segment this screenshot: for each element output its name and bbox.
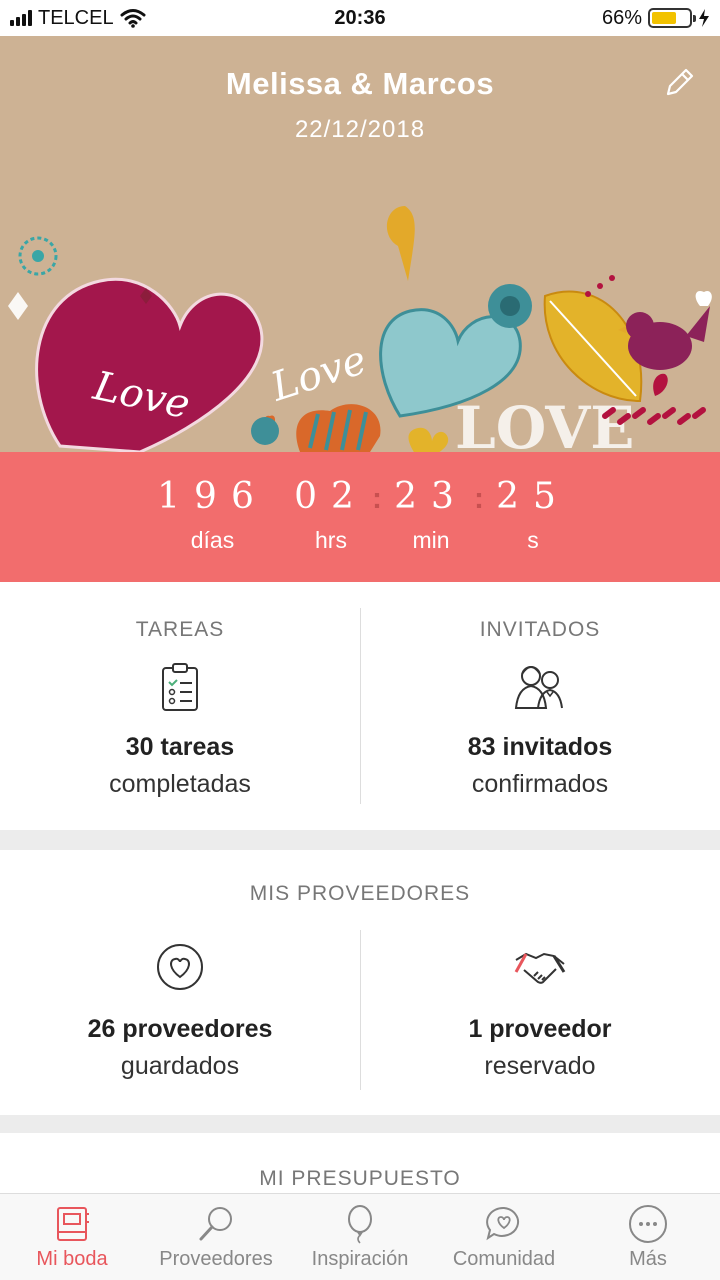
seconds-label: s — [527, 527, 539, 553]
days-label: días — [190, 527, 235, 553]
minutes-value: 23 — [394, 476, 468, 517]
handshake-icon — [514, 952, 566, 984]
tasks-status: completadas — [109, 770, 251, 798]
countdown-banner: 196 días 02 hrs : 23 min : 25 s — [0, 452, 720, 582]
pencil-icon[interactable] — [662, 66, 696, 100]
tasks-count: 30 tareas — [125, 733, 235, 761]
booked-vendors-summary[interactable]: 1 proveedor reservado — [360, 942, 720, 1102]
guests-status: confirmados — [471, 770, 609, 798]
wedding-hero: Melissa & Marcos 22/12/2018 Love Love LO… — [0, 36, 720, 452]
magnifier-icon — [199, 1207, 232, 1241]
battery-percent: 66% — [601, 6, 642, 29]
status-left: TELCEL — [10, 7, 146, 30]
hours-value: 02 — [294, 476, 368, 517]
clipboard-checklist-icon — [162, 663, 198, 711]
tab-label: Mi boda — [36, 1248, 108, 1270]
guests-summary[interactable]: INVITADOS 83 invitados confirmados — [360, 582, 720, 830]
heart-circle-icon — [157, 944, 203, 990]
svg-text:Love: Love — [265, 337, 372, 411]
hours-label: hrs — [315, 527, 347, 553]
status-right: 66% — [602, 7, 710, 30]
vendors-title: MIS PROVEEDORES — [249, 882, 471, 905]
guests-title: INVITADOS — [479, 618, 601, 641]
battery-icon — [648, 8, 696, 28]
wedding-date: 22/12/2018 — [294, 116, 426, 143]
tab-label: Comunidad — [452, 1248, 556, 1270]
seconds-value: 25 — [496, 476, 570, 517]
tab-inspiracion[interactable]: Inspiración — [288, 1194, 432, 1280]
chat-heart-icon — [486, 1206, 519, 1241]
status-bar: TELCEL 20:36 66% — [0, 0, 720, 36]
signal-icon — [10, 10, 32, 26]
countdown-hours: 02 hrs — [292, 476, 370, 554]
svg-text:LOVE: LOVE — [455, 394, 635, 452]
saved-vendors-summary[interactable]: 26 proveedores guardados — [0, 942, 360, 1102]
countdown-minutes: 23 min — [392, 476, 470, 554]
carrier-label: TELCEL — [38, 6, 114, 29]
time-separator: : — [372, 482, 382, 515]
minutes-label: min — [412, 527, 450, 553]
bottom-tab-bar: Mi boda Proveedores Inspiración Comunida… — [0, 1193, 720, 1280]
countdown-seconds: 25 s — [494, 476, 572, 554]
couple-icon — [514, 666, 563, 709]
tasks-summary[interactable]: TAREAS 30 tareas completadas — [0, 582, 360, 830]
balloon-icon — [348, 1205, 372, 1244]
tasks-title: TAREAS — [135, 618, 225, 641]
tab-mi-boda[interactable]: Mi boda — [0, 1194, 144, 1280]
tab-label: Más — [629, 1248, 667, 1270]
saved-vendors-count: 26 proveedores — [87, 1015, 273, 1043]
love-illustration: Love Love LOVE — [8, 206, 712, 452]
budget-title: MI PRESUPUESTO — [259, 1167, 461, 1190]
time-separator: : — [474, 482, 484, 515]
guests-count: 83 invitados — [467, 733, 613, 761]
notebook-icon — [57, 1207, 89, 1241]
tab-label: Proveedores — [159, 1248, 273, 1270]
vendors-card: MIS PROVEEDORES 26 proveedores guardados… — [0, 850, 720, 1115]
couple-names: Melissa & Marcos — [225, 66, 495, 101]
wifi-icon — [120, 9, 146, 28]
booked-vendors-count: 1 proveedor — [468, 1015, 612, 1043]
charging-bolt-icon — [699, 9, 709, 27]
days-value: 196 — [157, 476, 268, 517]
tab-label: Inspiración — [311, 1248, 409, 1270]
booked-vendors-status: reservado — [484, 1052, 596, 1080]
tab-comunidad[interactable]: Comunidad — [432, 1194, 576, 1280]
tab-proveedores[interactable]: Proveedores — [144, 1194, 288, 1280]
tasks-guests-card: TAREAS 30 tareas completadas INVITADOS 8… — [0, 582, 720, 830]
saved-vendors-status: guardados — [120, 1052, 240, 1080]
more-icon — [629, 1205, 667, 1243]
countdown-days: 196 días — [155, 476, 270, 554]
tab-mas[interactable]: Más — [576, 1194, 720, 1280]
